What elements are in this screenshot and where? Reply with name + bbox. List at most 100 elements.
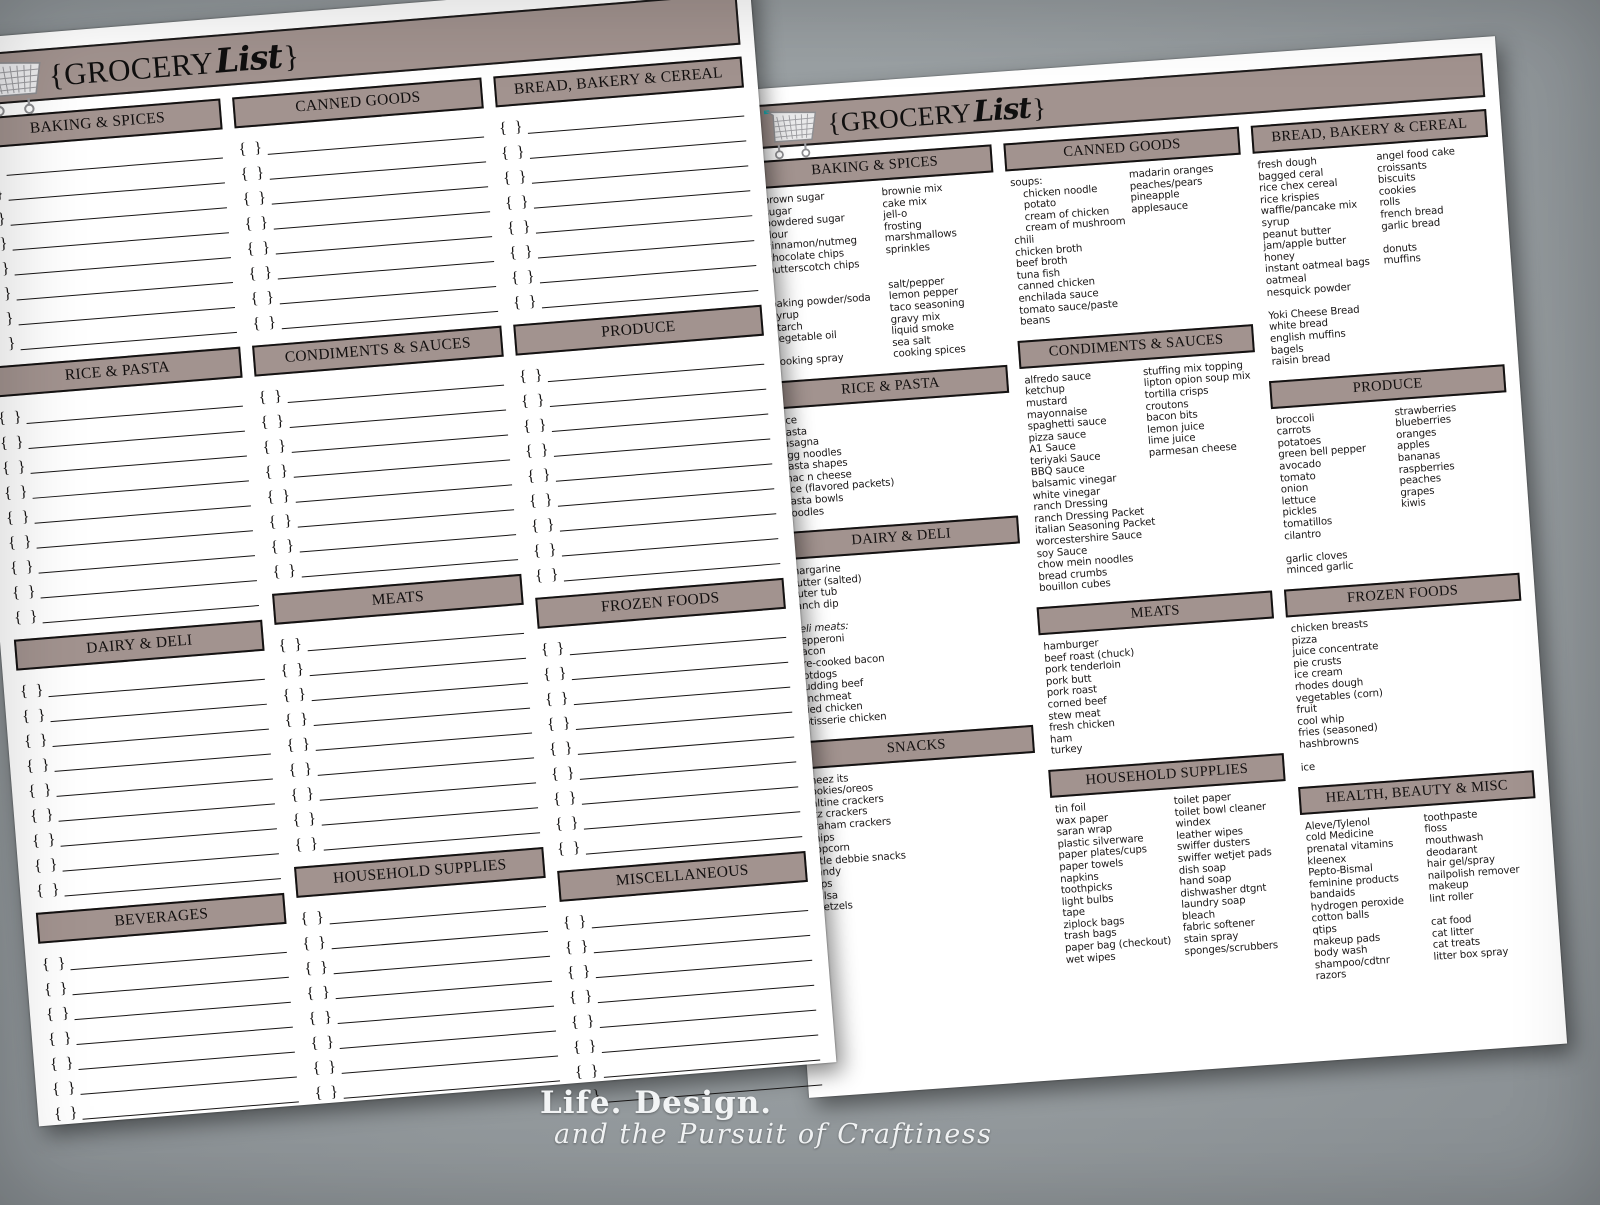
checkbox-brace-icon[interactable]: { } <box>304 959 331 981</box>
checkbox-brace-icon[interactable]: { } <box>11 583 39 605</box>
write-in-rule[interactable] <box>563 563 781 582</box>
write-in-rule[interactable] <box>281 310 498 330</box>
checkbox-brace-icon[interactable]: { } <box>23 731 51 753</box>
checkbox-brace-icon[interactable]: { } <box>0 260 12 282</box>
checkbox-brace-icon[interactable]: { } <box>312 1058 339 1080</box>
checkbox-brace-icon[interactable]: { } <box>546 714 573 736</box>
checkbox-brace-icon[interactable]: { } <box>252 314 279 336</box>
checkbox-brace-icon[interactable]: { } <box>530 516 558 538</box>
checkbox-brace-icon[interactable]: { } <box>9 558 37 580</box>
checkbox-brace-icon[interactable]: { } <box>3 483 31 505</box>
checkbox-brace-icon[interactable]: { } <box>41 955 68 977</box>
write-in-rule[interactable] <box>343 1080 560 1099</box>
checkbox-brace-icon[interactable]: { } <box>264 462 291 484</box>
checkbox-brace-icon[interactable]: { } <box>0 433 26 455</box>
checkbox-brace-icon[interactable]: { } <box>576 1087 603 1109</box>
checkbox-brace-icon[interactable]: { } <box>512 293 540 315</box>
checkbox-brace-icon[interactable]: { } <box>518 366 545 388</box>
checkbox-brace-icon[interactable]: { } <box>504 193 532 215</box>
checkbox-brace-icon[interactable]: { } <box>306 983 333 1005</box>
write-in-rule[interactable] <box>541 289 759 309</box>
checkbox-brace-icon[interactable]: { } <box>500 143 528 165</box>
checkbox-brace-icon[interactable]: { } <box>284 710 311 732</box>
checkbox-brace-icon[interactable]: { } <box>29 806 57 828</box>
checkbox-brace-icon[interactable]: { } <box>502 168 530 190</box>
checkbox-brace-icon[interactable]: { } <box>540 640 567 662</box>
write-in-rule[interactable] <box>323 832 540 851</box>
checkbox-brace-icon[interactable]: { } <box>49 1054 76 1076</box>
checkbox-brace-icon[interactable]: { } <box>19 681 46 703</box>
checkbox-brace-icon[interactable]: { } <box>300 909 327 931</box>
checkbox-brace-icon[interactable]: { } <box>508 243 536 265</box>
checkbox-brace-icon[interactable]: { } <box>0 408 24 430</box>
checkbox-brace-icon[interactable]: { } <box>5 508 33 530</box>
checkbox-brace-icon[interactable]: { } <box>544 689 571 711</box>
checkbox-brace-icon[interactable]: { } <box>35 881 63 903</box>
checkbox-brace-icon[interactable]: { } <box>268 512 295 534</box>
write-in-rule[interactable] <box>20 331 238 351</box>
checkbox-brace-icon[interactable]: { } <box>554 814 582 836</box>
checkbox-brace-icon[interactable]: { } <box>290 785 317 807</box>
checkbox-brace-icon[interactable]: { } <box>33 856 61 878</box>
checkbox-brace-icon[interactable]: { } <box>240 164 267 186</box>
checkbox-brace-icon[interactable]: { } <box>524 441 552 463</box>
checkbox-brace-icon[interactable]: { } <box>552 789 579 811</box>
checkbox-brace-icon[interactable]: { } <box>526 466 554 488</box>
checkbox-brace-icon[interactable]: { } <box>31 831 59 853</box>
checkbox-brace-icon[interactable]: { } <box>506 218 534 240</box>
checkbox-brace-icon[interactable]: { } <box>308 1008 335 1030</box>
checkbox-brace-icon[interactable]: { } <box>244 214 271 236</box>
checkbox-brace-icon[interactable]: { } <box>286 735 313 757</box>
checkbox-brace-icon[interactable]: { } <box>310 1033 337 1055</box>
checkbox-brace-icon[interactable]: { } <box>1 458 29 480</box>
checkbox-brace-icon[interactable]: { } <box>280 660 307 682</box>
checkbox-brace-icon[interactable]: { } <box>272 562 299 584</box>
checkbox-brace-icon[interactable]: { } <box>562 913 589 935</box>
checkbox-brace-icon[interactable]: { } <box>564 938 591 960</box>
checkbox-brace-icon[interactable]: { } <box>292 810 319 832</box>
checkbox-brace-icon[interactable]: { } <box>0 185 6 207</box>
checkbox-brace-icon[interactable]: { } <box>522 416 550 438</box>
checkbox-brace-icon[interactable]: { } <box>0 335 18 357</box>
checkbox-brace-icon[interactable]: { } <box>0 210 8 232</box>
checkbox-brace-icon[interactable]: { } <box>498 118 526 140</box>
checkbox-brace-icon[interactable]: { } <box>574 1062 601 1084</box>
checkbox-brace-icon[interactable]: { } <box>248 264 275 286</box>
checkbox-brace-icon[interactable]: { } <box>27 781 55 803</box>
checkbox-brace-icon[interactable]: { } <box>250 289 277 311</box>
checkbox-brace-icon[interactable]: { } <box>266 487 293 509</box>
checkbox-brace-icon[interactable]: { } <box>258 387 285 409</box>
checkbox-brace-icon[interactable]: { } <box>534 566 562 588</box>
checkbox-brace-icon[interactable]: { } <box>260 412 287 434</box>
write-in-rule[interactable] <box>42 604 260 624</box>
checkbox-brace-icon[interactable]: { } <box>572 1037 599 1059</box>
checkbox-brace-icon[interactable]: { } <box>532 541 560 563</box>
checkbox-brace-icon[interactable]: { } <box>288 760 315 782</box>
checkbox-brace-icon[interactable]: { } <box>0 235 10 257</box>
checkbox-brace-icon[interactable]: { } <box>45 1004 72 1026</box>
checkbox-brace-icon[interactable]: { } <box>51 1079 78 1101</box>
checkbox-brace-icon[interactable]: { } <box>568 987 595 1009</box>
checkbox-brace-icon[interactable]: { } <box>242 189 269 211</box>
checkbox-brace-icon[interactable]: { } <box>0 310 16 332</box>
checkbox-brace-icon[interactable]: { } <box>548 739 575 761</box>
checkbox-brace-icon[interactable]: { } <box>13 608 41 630</box>
write-in-rule[interactable] <box>301 559 518 578</box>
checkbox-brace-icon[interactable]: { } <box>314 1083 341 1105</box>
checkbox-brace-icon[interactable]: { } <box>302 934 329 956</box>
checkbox-brace-icon[interactable]: { } <box>510 268 538 290</box>
checkbox-brace-icon[interactable]: { } <box>278 636 305 658</box>
checkbox-brace-icon[interactable]: { } <box>7 533 35 555</box>
checkbox-brace-icon[interactable]: { } <box>246 239 273 261</box>
checkbox-brace-icon[interactable]: { } <box>528 491 556 513</box>
checkbox-brace-icon[interactable]: { } <box>542 664 569 686</box>
write-in-rule[interactable] <box>605 1084 823 1103</box>
checkbox-brace-icon[interactable]: { } <box>570 1012 597 1034</box>
write-in-rule[interactable] <box>82 1101 300 1120</box>
checkbox-brace-icon[interactable]: { } <box>520 391 548 413</box>
checkbox-brace-icon[interactable]: { } <box>25 756 53 778</box>
checkbox-brace-icon[interactable]: { } <box>0 285 14 307</box>
checkbox-brace-icon[interactable]: { } <box>21 706 49 728</box>
checkbox-brace-icon[interactable]: { } <box>53 1104 81 1126</box>
write-in-rule[interactable] <box>585 836 803 855</box>
